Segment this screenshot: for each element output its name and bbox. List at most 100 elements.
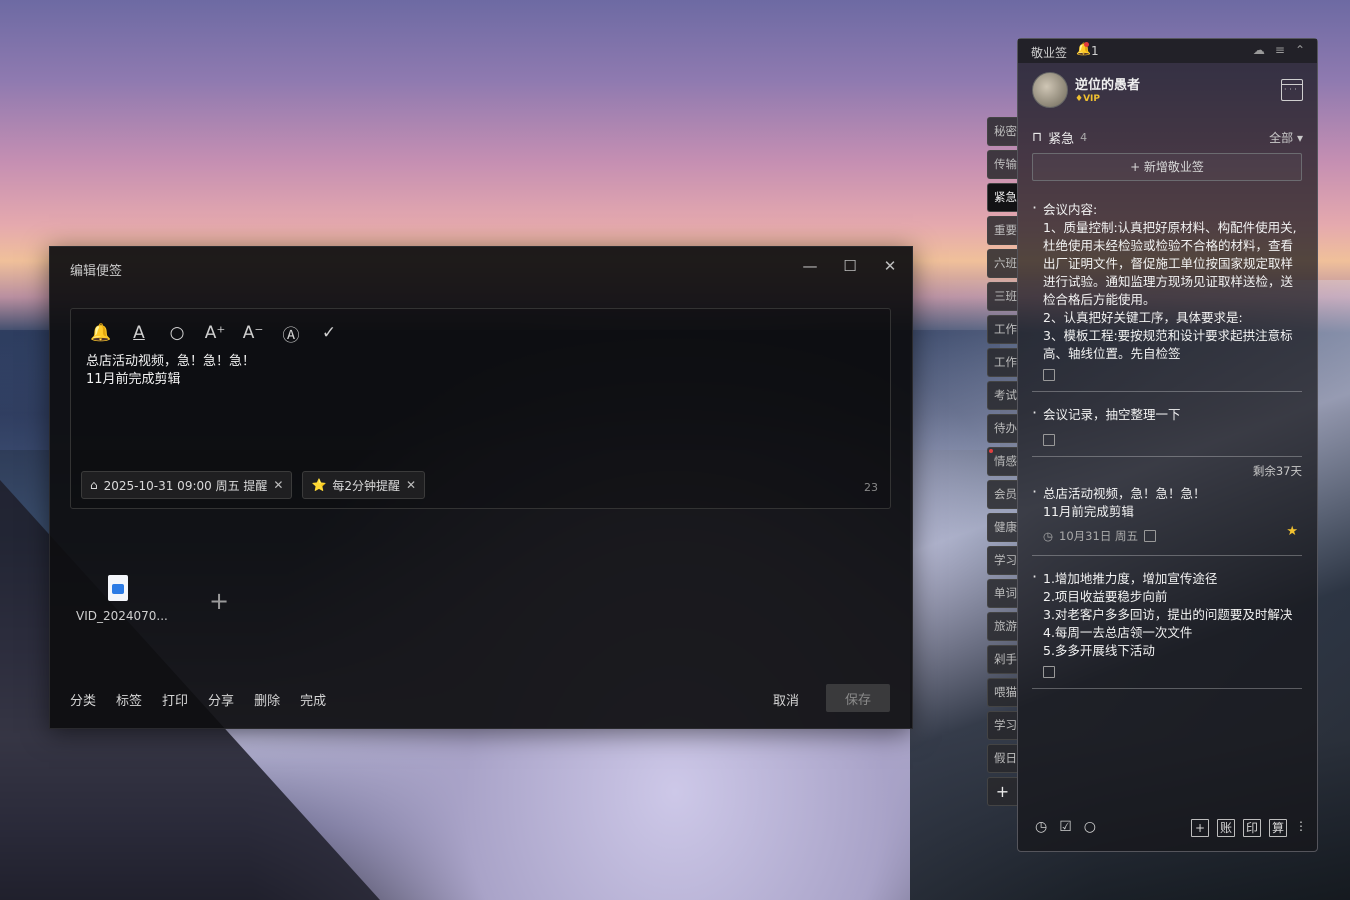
filter-dropdown[interactable]: 全部 ▾ [1269,129,1303,146]
delete-button[interactable]: 删除 [254,690,280,709]
save-button[interactable]: 保存 [826,684,890,712]
tab-transfer[interactable]: 传输 [987,150,1017,179]
tab-todo[interactable]: 待办 [987,414,1017,443]
calculator-icon[interactable]: 算 [1269,819,1287,837]
print-button[interactable]: 打印 [162,690,188,709]
more-icon[interactable]: ⋮ [1295,819,1307,837]
user-name: 逆位的愚者 [1075,78,1141,93]
note-body: 会议记录，抽空整理一下 [1043,407,1181,422]
note-type-icon [1043,434,1055,446]
check-icon[interactable]: ✓ [317,321,341,345]
tab-study[interactable]: 学习 [987,546,1017,575]
note-list: 会议内容: 1、质量控制:认真把好原材料、构配件使用关,杜绝使用未经检验或检验不… [1032,199,1302,703]
add-attachment-icon[interactable]: + [209,587,229,615]
search-icon[interactable]: ○ [165,321,189,345]
format-toolbar: 🔔 A ○ A⁺ A⁻ Ⓐ ✓ [89,321,341,346]
tag-list: ⌂ 2025-10-31 09:00 周五 提醒 ✕ ⭐ 每2分钟提醒 ✕ [81,471,426,499]
menu-icon[interactable]: ≡ [1275,43,1285,57]
tab-secret[interactable]: 秘密 [987,117,1017,146]
share-button[interactable]: 分享 [208,690,234,709]
char-count: 23 [864,481,878,494]
ledger-icon[interactable]: 账 [1217,819,1235,837]
format-icon[interactable]: Ⓐ [279,321,303,346]
text-color-icon[interactable]: A [127,321,151,345]
star-icon: ⭐ [311,478,327,492]
avatar[interactable] [1032,72,1068,108]
tab-class-six[interactable]: 六班 [987,249,1017,278]
tab-feed-cat[interactable]: 喂猫 [987,678,1017,707]
category-button[interactable]: 分类 [70,690,96,709]
tab-work-2[interactable]: 工作 [987,348,1017,377]
tab-shopping[interactable]: 剁手 [987,645,1017,674]
note-type-icon [1043,666,1055,678]
tab-exam[interactable]: 考试 [987,381,1017,410]
tab-class-three[interactable]: 三班 [987,282,1017,311]
note-body: 总店活动视频，急！急！急！ 11月前完成剪辑 [1043,486,1206,519]
clock-icon[interactable]: ◷ [1035,819,1047,835]
tab-member[interactable]: 会员 [987,480,1017,509]
font-decrease-icon[interactable]: A⁻ [241,321,265,345]
app-title: 敬业签 [1031,46,1068,60]
minimize-icon[interactable]: — [800,257,820,275]
print-icon[interactable]: 印 [1243,819,1261,837]
action-bar: 分类 标签 打印 分享 删除 完成 [70,690,326,709]
add-category-button[interactable]: + [987,777,1017,806]
tab-study-2[interactable]: 学习 [987,711,1017,740]
complete-button[interactable]: 完成 [300,690,326,709]
note-text[interactable]: 总店活动视频，急！急！急！ 11月前完成剪辑 [86,353,255,389]
notification-count: 1 [1091,44,1099,58]
category-tabs: 秘密 传输 紧急 重要 六班 三班 工作 工作 考试 待办 情感 会员 健康 学… [987,117,1017,810]
notification-bell-icon[interactable]: 🔔 [1076,42,1091,56]
list-item[interactable]: 会议记录，抽空整理一下 [1032,404,1302,457]
clock-icon: ◷ [1043,529,1054,543]
note-body: 会议内容: 1、质量控制:认真把好原材料、构配件使用关,杜绝使用未经检验或检验不… [1043,202,1297,361]
collapse-icon[interactable]: ⌃ [1295,43,1305,57]
calendar-icon[interactable] [1281,79,1303,101]
attachment-item[interactable]: VID_2024070... [76,575,168,623]
attachment-name: VID_2024070... [76,609,168,623]
tab-important[interactable]: 重要 [987,216,1017,245]
tab-health[interactable]: 健康 [987,513,1017,542]
cloud-sync-icon[interactable]: ☁ [1253,43,1265,57]
repeat-reminder-label: 每2分钟提醒 [332,478,401,493]
note-body: 1.增加地推力度，增加宣传途径 2.项目收益要稳步向前 3.对老客户多多回访，提… [1043,571,1293,658]
reminder-tag-label: 2025-10-31 09:00 周五 提醒 [103,478,268,493]
list-item[interactable]: 总店活动视频，急！急！急！ 11月前完成剪辑 ◷ 10月31日 周五 ★ [1032,483,1302,556]
maximize-icon[interactable]: ☐ [840,257,860,275]
sticky-note-panel: 敬业签 🔔 1 ☁ ≡ ⌃ 逆位的愚者 ♦VIP ⊓ 紧急 4 全部 ▾ + 新… [1017,38,1318,852]
cancel-button[interactable]: 取消 [773,690,799,709]
note-edit-area[interactable]: 🔔 A ○ A⁺ A⁻ Ⓐ ✓ 总店活动视频，急！急！急！ 11月前完成剪辑 ⌂… [70,308,891,509]
remove-tag-icon[interactable]: ✕ [273,478,283,492]
vip-badge: ♦VIP [1075,94,1100,104]
tab-emotion[interactable]: 情感 [987,447,1017,476]
tab-urgent[interactable]: 紧急 [987,183,1017,212]
tag-button[interactable]: 标签 [116,690,142,709]
add-icon[interactable]: + [1191,819,1209,837]
reminder-tag[interactable]: ⌂ 2025-10-31 09:00 周五 提醒 ✕ [81,471,293,499]
repeat-reminder-tag[interactable]: ⭐ 每2分钟提醒 ✕ [302,471,426,499]
panel-footer: ◷ ☑ ○ + 账 印 算 ⋮ [1018,809,1317,851]
list-item[interactable]: 会议内容: 1、质量控制:认真把好原材料、构配件使用关,杜绝使用未经检验或检验不… [1032,199,1302,392]
tab-words[interactable]: 单词 [987,579,1017,608]
note-date: 10月31日 周五 [1059,529,1138,543]
days-remaining: 剩余37天 [1252,464,1302,478]
star-icon[interactable]: ★ [1286,523,1298,541]
category-header: ⊓ 紧急 4 [1032,128,1087,147]
video-file-icon [108,575,128,601]
font-increase-icon[interactable]: A⁺ [203,321,227,345]
reminder-icon: ⌂ [90,478,98,492]
tab-holiday[interactable]: 假日 [987,744,1017,773]
tab-work[interactable]: 工作 [987,315,1017,344]
close-icon[interactable]: ✕ [880,257,900,275]
category-name: 紧急 [1048,132,1075,147]
add-note-button[interactable]: + 新增敬业签 [1032,153,1302,181]
tab-travel[interactable]: 旅游 [987,612,1017,641]
note-type-icon [1043,369,1055,381]
checklist-icon[interactable]: ☑ [1059,819,1072,835]
bookmark-icon: ⊓ [1032,130,1043,145]
list-item[interactable]: 1.增加地推力度，增加宣传途径 2.项目收益要稳步向前 3.对老客户多多回访，提… [1032,568,1302,689]
remove-tag-icon[interactable]: ✕ [406,478,416,492]
category-count: 4 [1080,131,1088,144]
search-icon[interactable]: ○ [1084,819,1096,835]
bell-icon[interactable]: 🔔 [89,321,113,345]
